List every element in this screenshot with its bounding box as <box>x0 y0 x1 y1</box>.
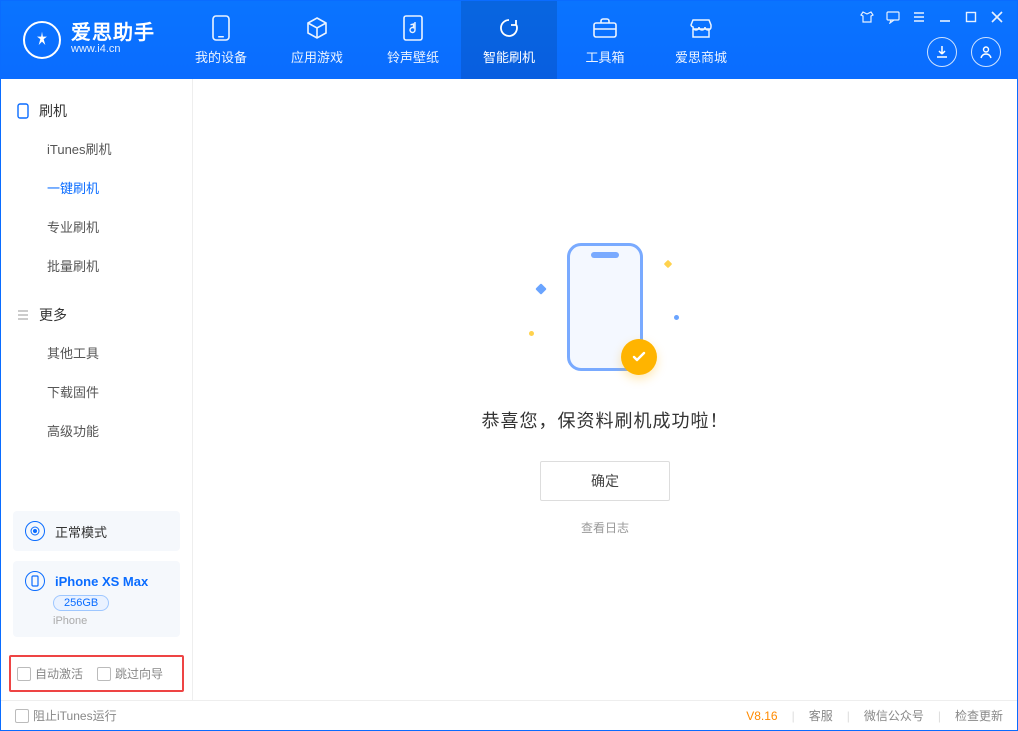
checkbox-label: 跳过向导 <box>115 665 163 682</box>
header-bar: 爱思助手 www.i4.cn 我的设备 应用游戏 铃声壁纸 智能刷机 工具箱 爱… <box>1 1 1017 79</box>
sidebar-group-flash: 刷机 <box>1 93 192 129</box>
app-name-cn: 爱思助手 <box>71 23 155 43</box>
nav-tab-label: 工具箱 <box>585 47 624 66</box>
checkbox-skip-guide[interactable]: 跳过向导 <box>97 665 163 682</box>
shirt-icon[interactable] <box>859 9 875 25</box>
phone-small-icon <box>15 103 31 119</box>
device-icon <box>208 15 234 41</box>
main-area: 恭喜您，保资料刷机成功啦！ 确定 查看日志 <box>193 79 1017 700</box>
toolbox-icon <box>592 15 618 41</box>
dot-icon <box>529 331 534 336</box>
download-icon[interactable] <box>927 37 957 67</box>
logo-icon <box>23 21 61 59</box>
device-storage-pill: 256GB <box>53 595 109 611</box>
version-label: V8.16 <box>746 709 777 723</box>
list-icon <box>15 307 31 323</box>
sidebar-item-advanced[interactable]: 高级功能 <box>1 411 192 450</box>
store-icon <box>688 15 714 41</box>
separator: | <box>792 709 795 723</box>
mode-icon <box>25 521 45 541</box>
nav-tab-toolbox[interactable]: 工具箱 <box>557 1 653 79</box>
footer-bar: 阻止iTunes运行 V8.16 | 客服 | 微信公众号 | 检查更新 <box>1 700 1017 730</box>
nav-tab-label: 智能刷机 <box>483 47 535 66</box>
checkbox-label: 阻止iTunes运行 <box>33 707 117 724</box>
nav-tab-apps-games[interactable]: 应用游戏 <box>269 1 365 79</box>
sidebar-item-itunes-flash[interactable]: iTunes刷机 <box>1 129 192 168</box>
sparkle-icon <box>535 283 546 294</box>
mode-label: 正常模式 <box>55 522 107 541</box>
menu-icon[interactable] <box>911 9 927 25</box>
device-small-icon <box>25 571 45 591</box>
device-name: iPhone XS Max <box>55 574 148 589</box>
checkbox-auto-activate[interactable]: 自动激活 <box>17 665 83 682</box>
device-type: iPhone <box>53 615 87 627</box>
checkbox-icon <box>15 709 29 723</box>
sidebar-group-title: 刷机 <box>39 101 67 121</box>
header-account-area <box>927 37 1001 67</box>
success-message: 恭喜您，保资料刷机成功啦！ <box>482 407 729 433</box>
sidebar-item-batch-flash[interactable]: 批量刷机 <box>1 246 192 285</box>
mode-card[interactable]: 正常模式 <box>13 511 180 551</box>
checkbox-icon <box>97 667 111 681</box>
feedback-icon[interactable] <box>885 9 901 25</box>
user-icon[interactable] <box>971 37 1001 67</box>
checkbox-icon <box>17 667 31 681</box>
nav-tab-ringtone-wallpaper[interactable]: 铃声壁纸 <box>365 1 461 79</box>
check-badge-icon <box>621 339 657 375</box>
footer-link-wechat[interactable]: 微信公众号 <box>864 707 924 724</box>
result-panel: 恭喜您，保资料刷机成功啦！ 确定 查看日志 <box>482 243 729 536</box>
minimize-icon[interactable] <box>937 9 953 25</box>
music-file-icon <box>400 15 426 41</box>
nav-tab-label: 我的设备 <box>195 47 247 66</box>
window-controls <box>859 9 1005 25</box>
nav-tab-label: 铃声壁纸 <box>387 47 439 66</box>
sidebar-group-more: 更多 <box>1 297 192 333</box>
checkbox-block-itunes[interactable]: 阻止iTunes运行 <box>15 707 117 724</box>
body: 刷机 iTunes刷机 一键刷机 专业刷机 批量刷机 更多 其他工具 下载固件 … <box>1 79 1017 700</box>
device-card[interactable]: iPhone XS Max 256GB iPhone <box>13 561 180 637</box>
success-illustration <box>525 243 685 383</box>
ok-button[interactable]: 确定 <box>540 461 670 501</box>
maximize-icon[interactable] <box>963 9 979 25</box>
refresh-shield-icon <box>496 15 522 41</box>
separator: | <box>938 709 941 723</box>
nav-tab-store[interactable]: 爱思商城 <box>653 1 749 79</box>
app-logo: 爱思助手 www.i4.cn <box>1 1 173 79</box>
nav-tab-label: 爱思商城 <box>675 47 727 66</box>
app-name-en: www.i4.cn <box>71 43 155 56</box>
sidebar-group-title: 更多 <box>39 305 67 325</box>
sidebar-item-pro-flash[interactable]: 专业刷机 <box>1 207 192 246</box>
checkbox-label: 自动激活 <box>35 665 83 682</box>
sidebar-item-oneclick-flash[interactable]: 一键刷机 <box>1 168 192 207</box>
sidebar-item-download-firmware[interactable]: 下载固件 <box>1 372 192 411</box>
nav-tabs: 我的设备 应用游戏 铃声壁纸 智能刷机 工具箱 爱思商城 <box>173 1 749 79</box>
dot-icon <box>674 315 679 320</box>
nav-tab-my-device[interactable]: 我的设备 <box>173 1 269 79</box>
footer-link-support[interactable]: 客服 <box>809 707 833 724</box>
sidebar: 刷机 iTunes刷机 一键刷机 专业刷机 批量刷机 更多 其他工具 下载固件 … <box>1 79 193 700</box>
sidebar-item-other-tools[interactable]: 其他工具 <box>1 333 192 372</box>
footer-link-update[interactable]: 检查更新 <box>955 707 1003 724</box>
close-icon[interactable] <box>989 9 1005 25</box>
nav-tab-smart-flash[interactable]: 智能刷机 <box>461 1 557 79</box>
highlight-checkbox-row: 自动激活 跳过向导 <box>9 655 184 692</box>
sparkle-icon <box>664 260 672 268</box>
view-log-link[interactable]: 查看日志 <box>482 519 729 536</box>
nav-tab-label: 应用游戏 <box>291 47 343 66</box>
separator: | <box>847 709 850 723</box>
cube-icon <box>304 15 330 41</box>
